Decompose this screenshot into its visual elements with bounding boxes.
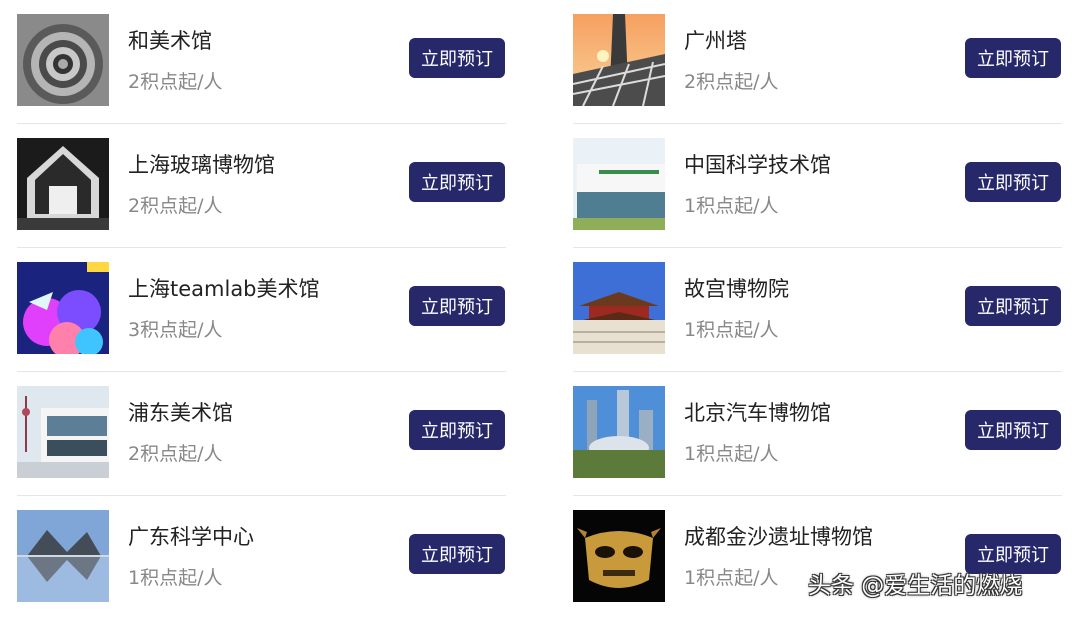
venue-price: 3积点起/人 [128, 319, 223, 341]
venue-thumbnail[interactable] [573, 14, 665, 106]
book-now-button[interactable]: 立即预订 [409, 534, 505, 574]
venue-thumbnail[interactable] [17, 14, 109, 106]
watermark-text: 头条 @爱生活的燃烧 [808, 573, 1023, 599]
venue-thumbnail[interactable] [573, 138, 665, 230]
venue-price: 2积点起/人 [128, 443, 223, 465]
book-now-button[interactable]: 立即预订 [965, 162, 1061, 202]
venue-price: 1积点起/人 [684, 319, 779, 341]
venue-price: 2积点起/人 [128, 71, 223, 93]
venue-name: 和美术馆 [128, 29, 212, 53]
venue-thumbnail[interactable] [17, 138, 109, 230]
venue-row[interactable]: 广州塔 2积点起/人 立即预订 [573, 0, 1062, 124]
book-now-button[interactable]: 立即预订 [409, 38, 505, 78]
venue-row[interactable]: 北京汽车博物馆 1积点起/人 立即预订 [573, 372, 1062, 496]
venue-name: 浦东美术馆 [128, 401, 233, 425]
venue-row[interactable]: 广东科学中心 1积点起/人 立即预订 [17, 496, 506, 620]
venue-name: 上海teamlab美术馆 [128, 277, 320, 301]
venue-list-left: 和美术馆 2积点起/人 立即预订 上海玻璃博物馆 2积点起/人 立即预订 上海t… [17, 0, 506, 620]
venue-price: 1积点起/人 [684, 195, 779, 217]
venue-row[interactable]: 成都金沙遗址博物馆 1积点起/人 立即预订 [573, 496, 1062, 620]
venue-price: 1积点起/人 [128, 567, 223, 589]
book-now-button[interactable]: 立即预订 [409, 410, 505, 450]
venue-price: 1积点起/人 [684, 567, 779, 589]
venue-row[interactable]: 和美术馆 2积点起/人 立即预订 [17, 0, 506, 124]
venue-price: 1积点起/人 [684, 443, 779, 465]
venue-name: 北京汽车博物馆 [684, 401, 831, 425]
venue-row[interactable]: 上海玻璃博物馆 2积点起/人 立即预订 [17, 124, 506, 248]
venue-price: 2积点起/人 [684, 71, 779, 93]
venue-thumbnail[interactable] [17, 510, 109, 602]
venue-name: 广州塔 [684, 29, 747, 53]
venue-row[interactable]: 浦东美术馆 2积点起/人 立即预订 [17, 372, 506, 496]
venue-thumbnail[interactable] [573, 262, 665, 354]
venue-name: 中国科学技术馆 [684, 153, 831, 177]
book-now-button[interactable]: 立即预订 [965, 410, 1061, 450]
book-now-button[interactable]: 立即预订 [965, 38, 1061, 78]
venue-thumbnail[interactable] [17, 386, 109, 478]
venue-list-right: 广州塔 2积点起/人 立即预订 中国科学技术馆 1积点起/人 立即预订 故宫博物… [573, 0, 1062, 620]
venue-name: 成都金沙遗址博物馆 [684, 525, 873, 549]
book-now-button[interactable]: 立即预订 [409, 286, 505, 326]
venue-row[interactable]: 故宫博物院 1积点起/人 立即预订 [573, 248, 1062, 372]
book-now-button[interactable]: 立即预订 [965, 286, 1061, 326]
venue-thumbnail[interactable] [17, 262, 109, 354]
venue-thumbnail[interactable] [573, 386, 665, 478]
book-now-button[interactable]: 立即预订 [409, 162, 505, 202]
venue-name: 广东科学中心 [128, 525, 254, 549]
venue-row[interactable]: 中国科学技术馆 1积点起/人 立即预订 [573, 124, 1062, 248]
venue-row[interactable]: 上海teamlab美术馆 3积点起/人 立即预订 [17, 248, 506, 372]
venue-price: 2积点起/人 [128, 195, 223, 217]
venue-name: 上海玻璃博物馆 [128, 153, 275, 177]
venue-name: 故宫博物院 [684, 277, 789, 301]
venue-thumbnail[interactable] [573, 510, 665, 602]
